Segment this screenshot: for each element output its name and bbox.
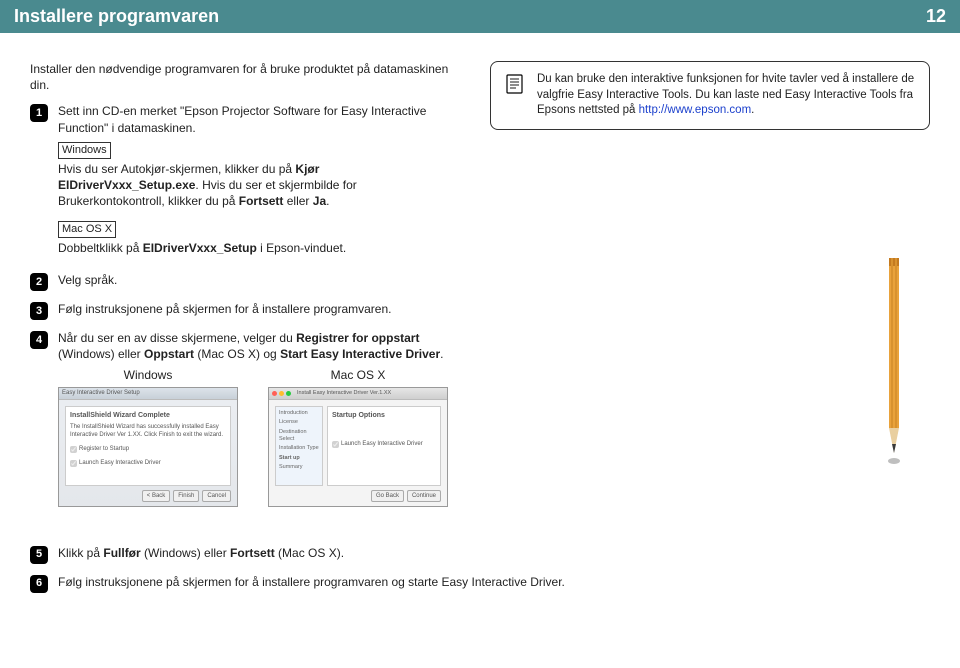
screenshot-titlebar: Easy Interactive Driver Setup — [59, 388, 237, 400]
step-number: 1 — [30, 104, 48, 122]
os-label-macosx: Mac OS X — [58, 221, 116, 238]
screenshot-mac-col: Mac OS X Install Easy Interactive Driver… — [268, 367, 448, 507]
sidebar-item: Start up — [279, 455, 319, 462]
sidebar-item: Destination Select — [279, 429, 319, 444]
epson-link[interactable]: http://www.epson.com — [639, 104, 752, 116]
screenshot-titlebar: Install Easy Interactive Driver Ver.1.XX — [297, 390, 391, 397]
step-2-text: Velg språk. — [58, 272, 450, 288]
screenshot-checkbox-launch: Launch Easy Interactive Driver — [70, 459, 226, 467]
screenshot-mac: Install Easy Interactive Driver Ver.1.XX… — [268, 387, 448, 507]
os-label-windows: Windows — [58, 142, 111, 159]
traffic-light-zoom-icon — [286, 391, 291, 396]
step-3: 3 Følg instruksjonene på skjermen for å … — [30, 301, 450, 320]
screenshot-windows: Easy Interactive Driver Setup InstallShi… — [58, 387, 238, 507]
note-text: Du kan bruke den interaktive funksjonen … — [537, 72, 917, 119]
screenshot-cancel-button: Cancel — [202, 490, 231, 502]
screenshot-heading: InstallShield Wizard Complete — [70, 411, 226, 420]
step-number: 3 — [30, 302, 48, 320]
screenshot-label-mac: Mac OS X — [331, 367, 386, 383]
traffic-light-minimize-icon — [279, 391, 284, 396]
step-number: 5 — [30, 546, 48, 564]
step-4-text: Når du ser en av disse skjermene, velger… — [58, 330, 450, 362]
screenshot-heading: Startup Options — [332, 411, 436, 420]
note-box: Du kan bruke den interaktive funksjonen … — [490, 61, 930, 130]
step-4: 4 Når du ser en av disse skjermene, velg… — [30, 330, 450, 507]
sidebar-item: License — [279, 419, 319, 426]
step-5-text: Klikk på Fullfør (Windows) eller Fortset… — [58, 545, 930, 561]
screenshot-finish-button: Finish — [173, 490, 199, 502]
screenshot-checkbox-launch: Launch Easy Interactive Driver — [332, 440, 436, 448]
step-5: 5 Klikk på Fullfør (Windows) eller Forts… — [30, 545, 930, 564]
checkbox-icon — [332, 441, 339, 448]
sidebar-item: Introduction — [279, 410, 319, 417]
page-header: Installere programvaren 12 — [0, 0, 960, 33]
page-title: Installere programvaren — [14, 6, 219, 27]
checkbox-icon — [70, 446, 77, 453]
screenshot-checkbox-startup: Register to Startup — [70, 445, 226, 453]
screenshot-mac-sidebar: Introduction License Destination Select … — [275, 406, 323, 486]
screenshot-goback-button: Go Back — [371, 490, 404, 502]
screenshot-label-windows: Windows — [124, 367, 173, 383]
note-icon — [503, 72, 527, 96]
checkbox-icon — [70, 460, 77, 467]
pencil-illustration — [886, 258, 902, 468]
step-3-text: Følg instruksjonene på skjermen for å in… — [58, 301, 450, 317]
traffic-light-close-icon — [272, 391, 277, 396]
step-6-text: Følg instruksjonene på skjermen for å in… — [58, 574, 930, 590]
step-1-text: Sett inn CD-en merket "Epson Projector S… — [58, 103, 450, 135]
step-6: 6 Følg instruksjonene på skjermen for å … — [30, 574, 930, 593]
sidebar-item: Installation Type — [279, 445, 319, 452]
step-1-mac-text: Dobbeltklikk på EIDriverVxxx_Setup i Eps… — [58, 240, 450, 256]
step-1: 1 Sett inn CD-en merket "Epson Projector… — [30, 103, 450, 262]
screenshot-back-button: < Back — [142, 490, 171, 502]
step-number: 4 — [30, 331, 48, 349]
sidebar-item: Summary — [279, 464, 319, 471]
step-1-windows-text: Hvis du ser Autokjør-skjermen, klikker d… — [58, 161, 450, 210]
screenshot-windows-col: Windows Easy Interactive Driver Setup In… — [58, 367, 238, 507]
screenshot-continue-button: Continue — [407, 490, 441, 502]
step-2: 2 Velg språk. — [30, 272, 450, 291]
page-number: 12 — [926, 6, 946, 27]
intro-text: Installer den nødvendige programvaren fo… — [30, 61, 450, 93]
step-number: 6 — [30, 575, 48, 593]
step-number: 2 — [30, 273, 48, 291]
page-content: Installer den nødvendige programvaren fo… — [0, 33, 960, 613]
screenshot-body: The InstallShield Wizard has successfull… — [70, 423, 226, 439]
